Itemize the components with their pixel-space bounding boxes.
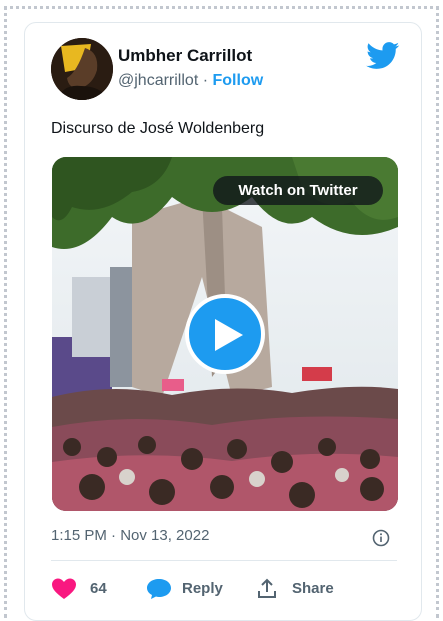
- divider: [51, 560, 397, 561]
- reply-label: Reply: [182, 580, 223, 597]
- like-action[interactable]: 64: [52, 577, 112, 601]
- dotted-frame-top: [4, 6, 439, 9]
- watch-on-twitter-button[interactable]: Watch on Twitter: [213, 176, 383, 205]
- twitter-bird-icon[interactable]: [366, 42, 400, 70]
- dotted-frame-left: [4, 6, 7, 618]
- share-action[interactable]: Share: [256, 577, 356, 601]
- play-icon: [215, 319, 243, 351]
- reply-action[interactable]: Reply: [146, 577, 236, 601]
- play-button[interactable]: [185, 294, 265, 374]
- author-handle-line: @jhcarrillot · Follow: [118, 72, 263, 90]
- author-name[interactable]: Umbher Carrillot: [118, 46, 252, 66]
- share-icon: [258, 578, 276, 598]
- tweet-timestamp[interactable]: 1:15 PM · Nov 13, 2022: [51, 527, 209, 544]
- like-count: 64: [90, 580, 107, 597]
- separator-dot: ·: [202, 72, 209, 89]
- avatar[interactable]: [51, 38, 113, 100]
- heart-icon: [52, 578, 76, 599]
- info-icon[interactable]: [372, 529, 390, 547]
- share-label: Share: [292, 580, 334, 597]
- dotted-frame-right: [436, 6, 439, 618]
- tweet-text: Discurso de José Woldenberg: [51, 120, 265, 137]
- reply-bubble-icon: [147, 579, 171, 599]
- follow-button[interactable]: Follow: [213, 72, 264, 89]
- author-handle[interactable]: @jhcarrillot: [118, 72, 198, 89]
